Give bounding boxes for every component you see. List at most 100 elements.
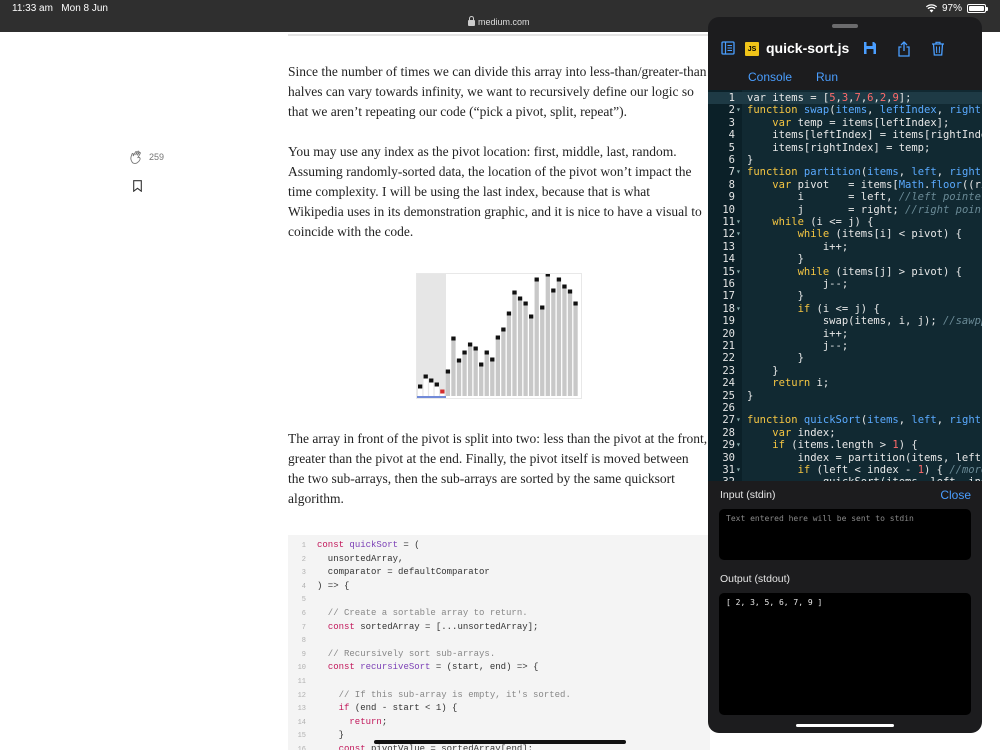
- sort-bar: [445, 371, 451, 396]
- editor-code-line[interactable]: 26: [708, 402, 982, 414]
- editor-code-line[interactable]: 19 swap(items, i, j); //sawpp: [708, 315, 982, 327]
- sort-bar-marker: [556, 277, 562, 282]
- js-file-badge: JS: [745, 42, 759, 56]
- sort-bar: [573, 303, 578, 396]
- clap-icon: [130, 150, 141, 164]
- sort-bar: [506, 313, 512, 396]
- editor-code-line[interactable]: 15 ▾ while (items[j] > pivot) {: [708, 266, 982, 278]
- editor-code-line[interactable]: 4 items[leftIndex] = items[rightInde: [708, 129, 982, 141]
- stdout-label: Output (stdout): [720, 573, 791, 585]
- editor-code-line[interactable]: 1 var items = [5,3,7,6,2,9];: [708, 92, 982, 105]
- editor-code-line[interactable]: 13 i++;: [708, 241, 982, 253]
- editor-code-line[interactable]: 8 var pivot = items[Math.floor((ri: [708, 179, 982, 191]
- sort-bar-marker: [467, 342, 473, 347]
- editor-tabs: Console Run: [708, 70, 982, 86]
- trash-icon[interactable]: [931, 41, 945, 56]
- status-bar: 11:33 am Mon 8 Jun 97%: [0, 0, 1000, 18]
- article-paragraph: The array in front of the pivot is split…: [288, 431, 708, 506]
- save-icon[interactable]: [863, 41, 877, 55]
- editor-code-line[interactable]: 25}: [708, 390, 982, 402]
- sort-bar-marker: [534, 277, 539, 282]
- code-line: 10 const recursiveSort = (start, end) =>…: [297, 662, 539, 673]
- sort-bar-marker: [445, 369, 451, 374]
- sort-bar-marker: [523, 301, 528, 306]
- sort-bar: [512, 292, 517, 396]
- editor-code-line[interactable]: 2▾function swap(items, leftIndex, rightI: [708, 104, 982, 116]
- editor-code-line[interactable]: 12 ▾ while (items[i] < pivot) {: [708, 228, 982, 240]
- home-indicator[interactable]: [374, 740, 626, 744]
- editor-code-line[interactable]: 32 quickSort(items, left, ind: [708, 476, 982, 481]
- tab-run[interactable]: Run: [816, 70, 838, 84]
- bookmark-button[interactable]: [133, 179, 142, 197]
- editor-code-line[interactable]: 23 }: [708, 365, 982, 377]
- file-list-icon[interactable]: [721, 41, 735, 55]
- editor-code-line[interactable]: 16 j--;: [708, 278, 982, 290]
- editor-code-line[interactable]: 29 ▾ if (items.length > 1) {: [708, 439, 982, 451]
- sort-bar: [551, 290, 556, 396]
- editor-code-line[interactable]: 5 items[rightIndex] = temp;: [708, 142, 982, 154]
- sort-bar: [540, 307, 545, 396]
- status-indicators: 97%: [925, 3, 988, 14]
- sort-bar-marker: [490, 357, 495, 362]
- battery-level: [969, 6, 984, 11]
- editor-code-line[interactable]: 30 index = partition(items, left,: [708, 452, 982, 464]
- code-line: 4) => {: [301, 580, 350, 591]
- code-line: 3 comparator = defaultComparator: [301, 567, 490, 578]
- sort-bar: [567, 291, 573, 396]
- editor-code-line[interactable]: 10 j = right; //right point: [708, 204, 982, 216]
- sort-bar-marker: [495, 335, 500, 340]
- editor-code-line[interactable]: 27 ▾ function quickSort(items, left, right…: [708, 414, 982, 426]
- sort-bar: [490, 359, 495, 396]
- editor-code-line[interactable]: 31▾ if (left < index - 1) { //more: [708, 464, 982, 476]
- sort-bar: [467, 344, 473, 396]
- sort-bar: [534, 279, 539, 396]
- sort-bar: [484, 352, 489, 396]
- sort-bar-marker: [506, 311, 512, 316]
- clap-button[interactable]: 259: [128, 149, 164, 165]
- sort-bar: [545, 274, 550, 396]
- share-icon[interactable]: [897, 41, 911, 57]
- sort-bar-marker: [501, 327, 506, 332]
- editor-code-line[interactable]: 7▾function partition(items, left, right): [708, 166, 982, 178]
- sort-bar: [517, 298, 523, 396]
- panel-grabber[interactable]: [832, 24, 858, 28]
- sort-bar-marker: [434, 382, 439, 387]
- article-paragraph: You may use any index as the pivot locat…: [288, 144, 702, 239]
- article-divider: [288, 34, 708, 36]
- editor-code-line[interactable]: 20 i++;: [708, 328, 982, 340]
- editor-code-line[interactable]: 9 i = left, //left pointer: [708, 191, 982, 203]
- editor-code-line[interactable]: 28 var index;: [708, 427, 982, 439]
- code-line: 11: [297, 678, 306, 686]
- code-editor[interactable]: 1 var items = [5,3,7,6,2,9]; 2 ▾ function sw…: [708, 90, 982, 481]
- sort-bar-marker: [529, 314, 534, 319]
- panel-home-indicator[interactable]: [796, 724, 894, 727]
- code-line: 5: [301, 596, 306, 605]
- code-line: 14 return;: [297, 716, 388, 727]
- wifi-icon: [925, 4, 937, 13]
- editor-code-line[interactable]: 14 }: [708, 253, 982, 265]
- code-line: 15 }: [297, 730, 345, 741]
- code-line: 2 unsortedArray,: [301, 553, 404, 564]
- sort-bar-marker: [545, 272, 550, 277]
- sort-bar-marker: [567, 289, 573, 294]
- editor-code-line[interactable]: 21 j--;: [708, 340, 982, 352]
- editor-toolbar: JS quick-sort.js: [708, 37, 982, 61]
- editor-code-line[interactable]: 6}: [708, 154, 982, 166]
- sort-bar-marker: [479, 362, 484, 367]
- editor-code-line[interactable]: 18 ▾ if (i <= j) {: [708, 303, 982, 315]
- code-line: 8: [301, 637, 306, 646]
- stdout-output: [ 2, 3, 5, 6, 7, 9 ]: [719, 593, 971, 715]
- close-button[interactable]: Close: [940, 488, 971, 502]
- quicksort-demo-bars: [417, 272, 578, 398]
- editor-code-line[interactable]: 17 }: [708, 290, 982, 302]
- editor-code-line[interactable]: 3 var temp = items[leftIndex];: [708, 117, 982, 129]
- bookmark-icon: [133, 180, 142, 193]
- editor-code-line[interactable]: 24 return i;: [708, 377, 982, 389]
- editor-code-line[interactable]: 11 ▾ while (i <= j) {: [708, 216, 982, 228]
- editor-code-line[interactable]: 22 }: [708, 352, 982, 364]
- sort-bar-marker: [418, 384, 423, 389]
- sort-bar-marker: [573, 301, 578, 306]
- stdin-input[interactable]: Text entered here will be sent to stdin: [719, 509, 971, 560]
- tab-console[interactable]: Console: [748, 70, 792, 84]
- sort-bar: [501, 329, 506, 396]
